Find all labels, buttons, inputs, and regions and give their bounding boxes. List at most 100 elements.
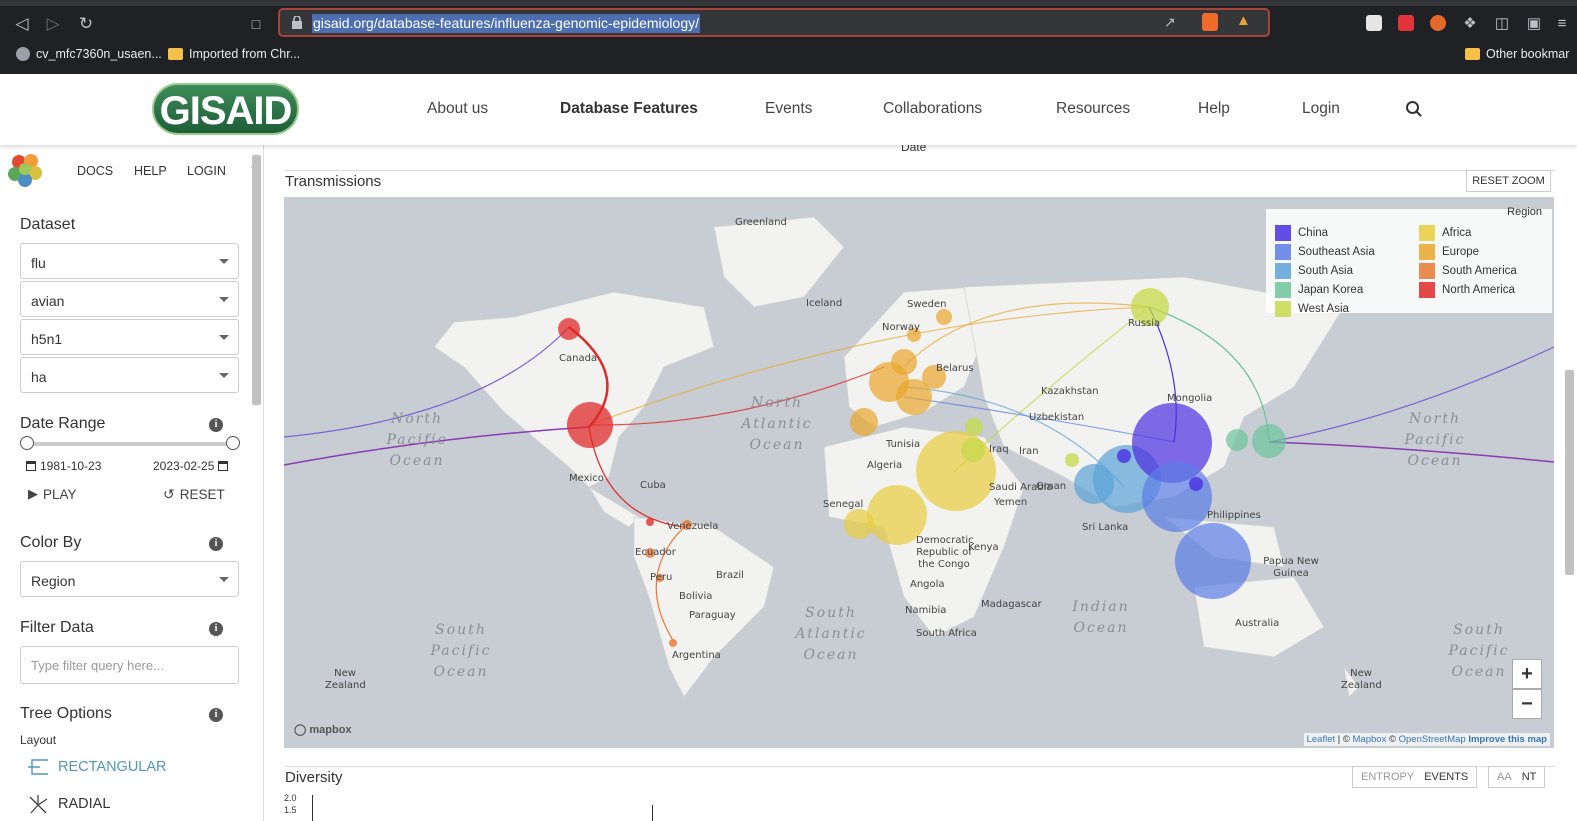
info-icon[interactable]: i <box>209 418 223 432</box>
nav-resources[interactable]: Resources <box>1056 100 1130 118</box>
map-label: Iceland <box>806 298 843 309</box>
map-label: Algeria <box>867 460 903 471</box>
leaflet-link[interactable]: Leaflet <box>1307 734 1336 745</box>
map-label: Tunisia <box>886 439 921 450</box>
slider-end-handle[interactable] <box>226 436 240 450</box>
reload-icon[interactable]: ↻ <box>76 14 96 34</box>
bookmark-icon[interactable]: □ <box>246 14 266 34</box>
legend-item-japan-korea[interactable]: Japan Korea <box>1275 282 1363 298</box>
nav-database-features[interactable]: Database Features <box>560 100 698 118</box>
reset-zoom-button[interactable]: RESET ZOOM <box>1466 170 1551 192</box>
zoom-out-button[interactable]: − <box>1512 689 1542 719</box>
menu-icon[interactable]: ≡ <box>1552 14 1572 34</box>
nav-events[interactable]: Events <box>765 100 812 118</box>
entropy-events-toggle[interactable]: ENTROPY EVENTS <box>1352 766 1478 788</box>
ublock-extension-icon[interactable] <box>1398 15 1414 31</box>
transmission-map[interactable]: Greenland Iceland Sweden Norway Canada M… <box>284 197 1554 748</box>
slider-start-handle[interactable] <box>20 436 34 450</box>
nav-help[interactable]: Help <box>1198 100 1230 118</box>
folder-icon <box>168 48 183 60</box>
play-button[interactable]: ▶ PLAY <box>28 486 77 502</box>
sidebar-scrollbar[interactable] <box>252 155 261 405</box>
nt-toggle[interactable]: NT <box>1522 767 1537 787</box>
legend-item-southeast-asia[interactable]: Southeast Asia <box>1275 244 1375 260</box>
help-link[interactable]: HELP <box>134 164 167 178</box>
layout-radial-button[interactable]: RADIAL <box>26 793 110 815</box>
bookmark-item[interactable]: cv_mfc7360n_usaen... <box>16 47 162 61</box>
brave-shield-icon[interactable] <box>1202 13 1218 31</box>
ocean-label: South Pacific Ocean <box>1448 622 1510 680</box>
location-circle <box>1074 464 1114 504</box>
legend-item-west-asia[interactable]: West Asia <box>1275 301 1349 317</box>
forward-icon[interactable]: ▷ <box>43 14 63 34</box>
globe-icon <box>16 47 30 61</box>
nextstrain-logo[interactable] <box>5 150 45 190</box>
map-label: Iran <box>1019 446 1039 457</box>
browser-chrome: ◁ ▷ ↻ □ gisaid.org/database-features/inf… <box>0 0 1577 74</box>
date-end[interactable]: 2023-02-25 <box>153 459 229 473</box>
chevron-down-icon <box>219 373 229 378</box>
legend-item-north-america[interactable]: North America <box>1419 282 1515 298</box>
info-icon[interactable]: i <box>209 622 223 636</box>
url-text[interactable]: gisaid.org/database-features/influenza-g… <box>312 14 701 33</box>
filter-input[interactable]: Type filter query here... <box>20 646 239 684</box>
brave-rewards-icon[interactable]: ▲ <box>1236 12 1251 29</box>
osm-link[interactable]: OpenStreetMap <box>1399 734 1466 745</box>
docs-link[interactable]: DOCS <box>77 164 113 178</box>
dataset-select-subtype[interactable]: h5n1 <box>20 319 239 355</box>
date-start[interactable]: 1981-10-23 <box>26 459 101 473</box>
pocket-extension-icon[interactable] <box>1366 15 1382 31</box>
dataset-select-segment[interactable]: ha <box>20 357 239 393</box>
improve-map-link[interactable]: Improve this map <box>1468 734 1547 745</box>
dataset-select-host[interactable]: avian <box>20 281 239 317</box>
wallet-icon[interactable]: ▣ <box>1524 14 1544 34</box>
dataset-select-virus[interactable]: flu <box>20 243 239 279</box>
entropy-toggle[interactable]: ENTROPY <box>1361 767 1414 787</box>
info-icon[interactable]: i <box>209 537 223 551</box>
legend-item-south-america[interactable]: South America <box>1419 263 1517 279</box>
other-bookmarks-folder[interactable]: Other bookmar <box>1465 47 1569 61</box>
extensions-puzzle-icon[interactable]: ❖ <box>1460 14 1480 34</box>
search-icon[interactable] <box>1405 100 1423 118</box>
aa-toggle[interactable]: AA <box>1497 767 1512 787</box>
legend-item-china[interactable]: China <box>1275 225 1328 241</box>
aa-nt-toggle[interactable]: AA NT <box>1488 766 1546 788</box>
calendar-icon <box>26 461 36 471</box>
zoom-in-button[interactable]: + <box>1512 659 1542 689</box>
login-link[interactable]: LOGIN <box>187 164 226 178</box>
calendar-icon <box>218 461 229 471</box>
map-label: Ecuador <box>635 547 676 558</box>
mapbox-logo[interactable]: ◯ mapbox <box>294 723 352 736</box>
nav-collaborations[interactable]: Collaborations <box>883 100 982 118</box>
sidebar-toggle-icon[interactable]: ◫ <box>1492 14 1512 34</box>
map-label: Madagascar <box>981 599 1042 610</box>
map-label: South Africa <box>916 628 977 639</box>
address-bar[interactable]: gisaid.org/database-features/influenza-g… <box>278 8 1270 37</box>
legend-item-europe[interactable]: Europe <box>1419 244 1479 260</box>
back-icon[interactable]: ◁ <box>12 14 32 34</box>
chevron-down-icon <box>219 297 229 302</box>
map-label: Peru <box>650 572 673 583</box>
events-toggle[interactable]: EVENTS <box>1424 767 1468 787</box>
main-scrollbar[interactable] <box>1565 370 1574 575</box>
mapbox-link[interactable]: Mapbox <box>1353 734 1387 745</box>
bookmark-folder[interactable]: Imported from Chr... <box>168 47 300 61</box>
map-label: Namibia <box>905 605 947 616</box>
nav-about-us[interactable]: About us <box>427 100 488 118</box>
extension-icon[interactable] <box>1430 15 1446 31</box>
region-legend: Region China Southeast Asia South Asia J… <box>1266 206 1552 317</box>
color-by-select[interactable]: Region <box>20 561 239 597</box>
share-icon[interactable]: ↗ <box>1164 14 1176 31</box>
date-range-slider[interactable] <box>20 436 240 450</box>
reset-button[interactable]: ↺ RESET <box>163 486 225 503</box>
info-icon[interactable]: i <box>209 708 223 722</box>
nav-login[interactable]: Login <box>1302 100 1340 118</box>
legend-item-africa[interactable]: Africa <box>1419 225 1471 241</box>
tree-options-title: Tree Options <box>20 705 112 722</box>
landmass-south-america <box>633 516 775 698</box>
gisaid-logo[interactable]: GISAID <box>152 83 299 135</box>
location-circle <box>1252 424 1286 458</box>
main-panel: Date Transmissions RESET ZOOM Greenland … <box>264 145 1577 821</box>
layout-rectangular-button[interactable]: RECTANGULAR <box>26 757 167 777</box>
legend-item-south-asia[interactable]: South Asia <box>1275 263 1353 279</box>
